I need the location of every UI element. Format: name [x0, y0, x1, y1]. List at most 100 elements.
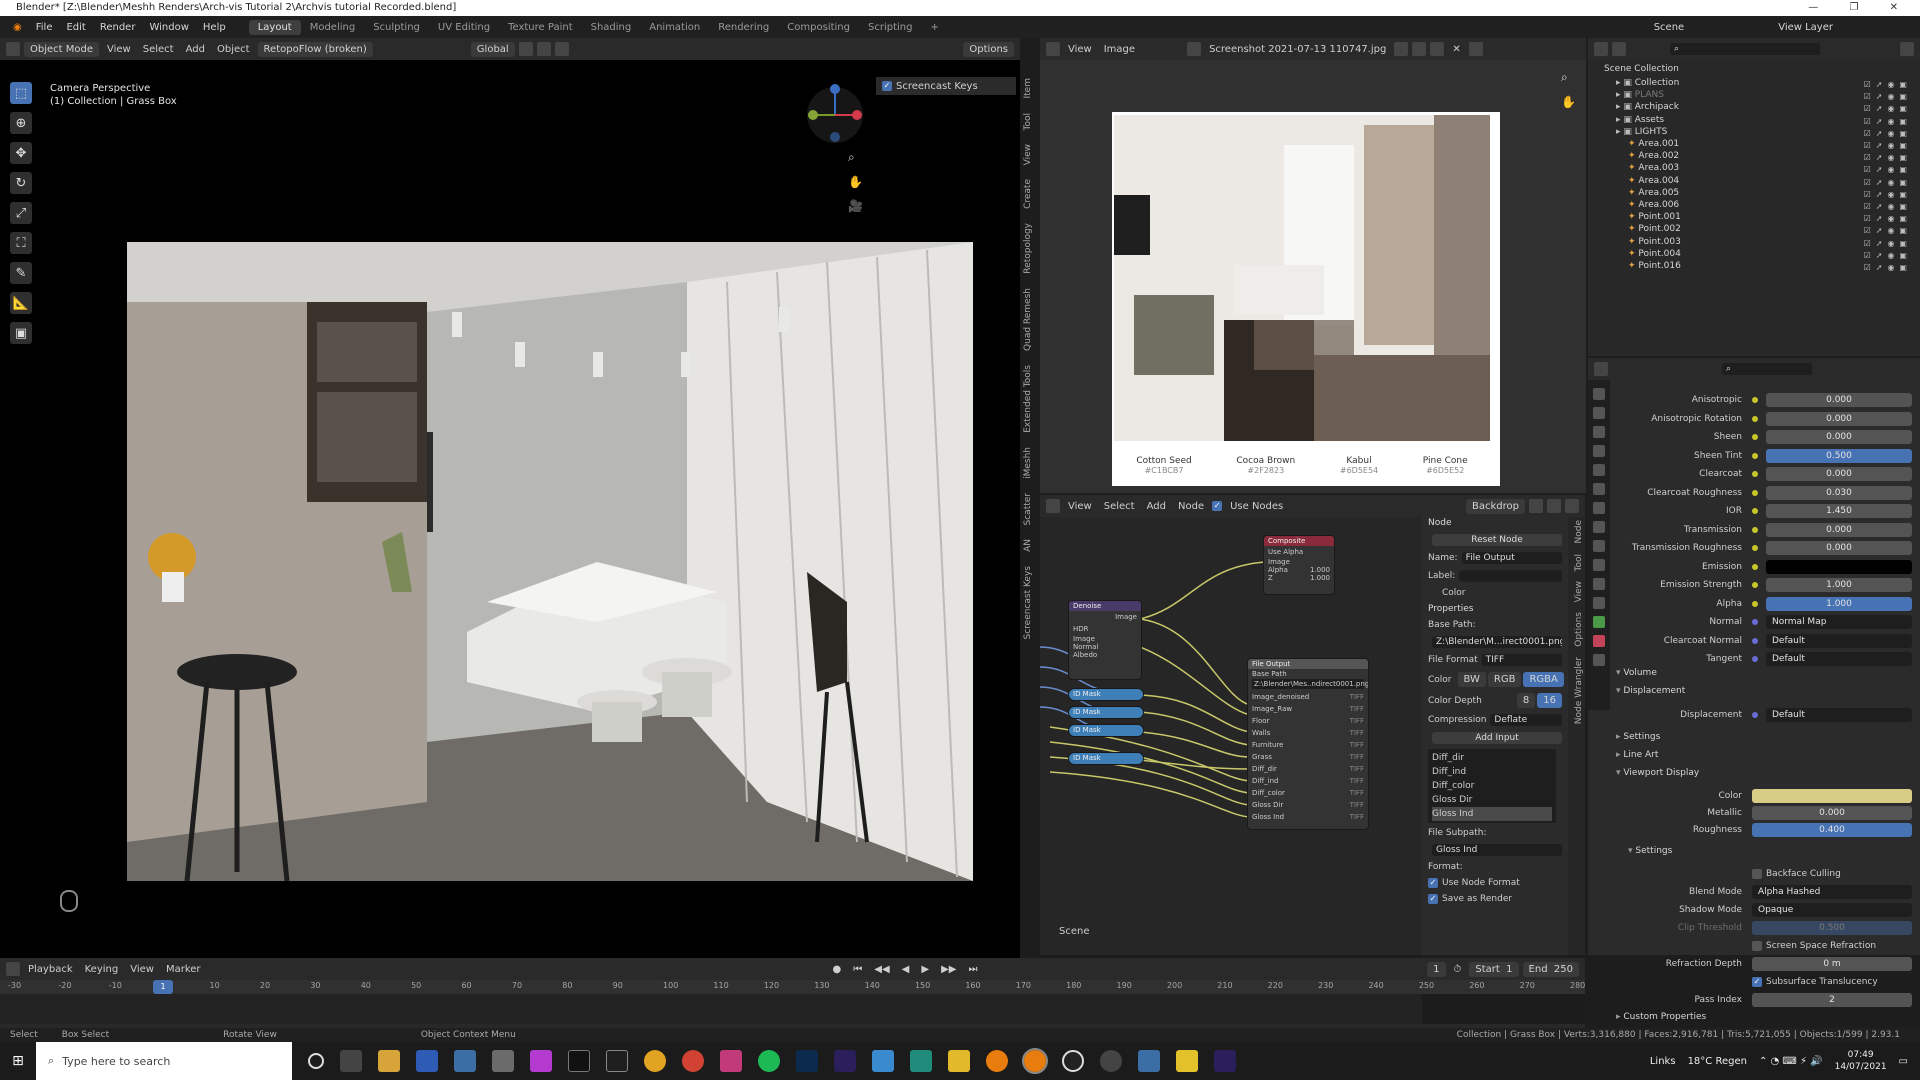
blender-icon[interactable]: [986, 1050, 1008, 1072]
editor-type-icon[interactable]: [6, 962, 20, 976]
timeline-menu-keying[interactable]: Keying: [81, 964, 123, 975]
sidebar-tab-item[interactable]: Item: [1023, 78, 1033, 99]
viewport-menu-view[interactable]: View: [103, 44, 135, 55]
file-output-socket[interactable]: Grass TIFF: [1252, 751, 1364, 763]
screencast-keys-panel[interactable]: ✓ Screencast Keys: [876, 77, 1016, 95]
volume-section[interactable]: Volume: [1616, 668, 1656, 678]
app-icon[interactable]: [1138, 1050, 1160, 1072]
viewport-display-field[interactable]: [1752, 789, 1912, 803]
file-subpath-field[interactable]: Gloss Ind: [1432, 844, 1562, 856]
reset-node-button[interactable]: Reset Node: [1432, 534, 1562, 546]
pivot-icon[interactable]: [518, 42, 533, 56]
transform-orientation-dropdown[interactable]: Global: [470, 41, 515, 57]
open-folder-icon[interactable]: [1430, 42, 1445, 56]
cortana-icon[interactable]: [308, 1053, 324, 1069]
new-image-icon[interactable]: [1412, 42, 1427, 56]
property-value-field[interactable]: Normal Map: [1766, 615, 1912, 629]
shadow-mode-dropdown[interactable]: Opaque: [1752, 903, 1912, 917]
jump-end-icon[interactable]: ⏭: [964, 964, 981, 975]
viewport-settings-subsection[interactable]: Settings: [1628, 846, 1672, 856]
node-menu-select[interactable]: Select: [1100, 501, 1139, 512]
input-list-item[interactable]: Gloss Dir: [1432, 793, 1552, 807]
sidebar-tab-retopology[interactable]: Retopology: [1023, 223, 1033, 274]
affinity-icon[interactable]: [530, 1050, 552, 1072]
filter-icon[interactable]: [1900, 42, 1914, 56]
socket-dot-icon[interactable]: [1752, 545, 1758, 551]
app-icon[interactable]: [492, 1050, 514, 1072]
transform-tool-icon[interactable]: ⛶: [10, 232, 32, 254]
channel-g-icon[interactable]: [1547, 499, 1561, 513]
outliner-item[interactable]: ✦ Point.016 ☑➚◉▣: [1588, 259, 1920, 273]
app-icon[interactable]: [606, 1050, 628, 1072]
add-input-button[interactable]: Add Input: [1432, 732, 1562, 744]
image-browse-icon[interactable]: [1187, 42, 1202, 56]
socket-dot-icon[interactable]: [1752, 452, 1758, 459]
editor-type-icon[interactable]: [1046, 42, 1060, 56]
zoom-icon[interactable]: ⌕: [848, 150, 863, 165]
property-value-field[interactable]: 0.000: [1766, 467, 1912, 481]
scene-collection-row[interactable]: Scene Collection: [1588, 62, 1920, 76]
pin-icon[interactable]: [1468, 42, 1483, 56]
navigation-gizmo[interactable]: [800, 80, 870, 150]
save-as-render-checkbox[interactable]: ✓: [1428, 894, 1438, 904]
file-output-socket[interactable]: Diff_dir TIFF: [1252, 763, 1364, 775]
render-tab-icon[interactable]: [1593, 407, 1605, 419]
property-value-field[interactable]: 0.000: [1766, 522, 1912, 537]
socket-dot-icon[interactable]: [1752, 619, 1758, 625]
app-icon[interactable]: [872, 1050, 894, 1072]
socket-dot-icon[interactable]: [1752, 637, 1758, 644]
menu-window[interactable]: Window: [142, 22, 195, 33]
use-node-format-checkbox[interactable]: ✓: [1428, 878, 1438, 888]
editor-type-icon[interactable]: [1594, 362, 1608, 376]
sticky-notes-icon[interactable]: [1176, 1050, 1198, 1072]
displacement-field[interactable]: Default: [1766, 708, 1912, 722]
file-output-socket[interactable]: Gloss Ind TIFF: [1252, 811, 1364, 823]
sidebar-tab-an[interactable]: AN: [1023, 539, 1033, 552]
outliner-search-field[interactable]: ⌕: [1670, 43, 1820, 55]
window-controls[interactable]: — ❐ ✕: [1808, 0, 1912, 16]
node-tab-options[interactable]: Options: [1574, 612, 1584, 647]
weather-widget[interactable]: 18°C Regen: [1688, 1056, 1747, 1067]
playhead[interactable]: 1: [153, 980, 173, 994]
physics-tab-icon[interactable]: [1593, 578, 1605, 590]
image-zoom-icon[interactable]: ⌕: [1561, 70, 1576, 85]
workspace-tab-layout[interactable]: Layout: [248, 19, 301, 35]
sidebar-tab-create[interactable]: Create: [1023, 179, 1033, 209]
texture-tab-icon[interactable]: [1593, 654, 1605, 666]
windows-start-icon[interactable]: ⊞: [0, 1042, 36, 1080]
property-value-field[interactable]: 0.030: [1766, 485, 1912, 500]
workspace-tab-texture-paint[interactable]: Texture Paint: [499, 20, 582, 35]
premiere-icon[interactable]: [1214, 1050, 1236, 1072]
editor-type-icon[interactable]: [6, 42, 20, 56]
blend-mode-dropdown[interactable]: Alpha Hashed: [1752, 885, 1912, 899]
id-mask-node[interactable]: ID Mask: [1068, 724, 1144, 737]
viewport-display-section[interactable]: Viewport Display: [1616, 768, 1699, 778]
app-icon[interactable]: [1100, 1050, 1122, 1072]
sidebar-tab-imeshh[interactable]: iMeshh: [1023, 447, 1033, 479]
photoshop-icon[interactable]: [796, 1050, 818, 1072]
select-box-tool-icon[interactable]: ⬚: [10, 82, 32, 104]
socket-dot-icon[interactable]: [1752, 471, 1758, 477]
viewport-display-field[interactable]: 0.400: [1752, 823, 1912, 837]
display-mode-icon[interactable]: [1612, 42, 1626, 56]
particles-tab-icon[interactable]: [1593, 559, 1605, 571]
properties-search-field[interactable]: ⌕: [1722, 363, 1812, 375]
snap-icon[interactable]: [536, 42, 551, 56]
viewport-menu-add[interactable]: Add: [182, 44, 209, 55]
backdrop-toggle[interactable]: Backdrop: [1466, 498, 1525, 514]
line-art-section[interactable]: Line Art: [1616, 750, 1658, 760]
property-value-field[interactable]: 0.000: [1766, 411, 1912, 426]
links-toolbar[interactable]: Links: [1650, 1056, 1676, 1067]
workspace-tab-uv-editing[interactable]: UV Editing: [429, 20, 499, 35]
sidebar-tab-quad-remesh[interactable]: Quad Remesh: [1023, 288, 1033, 351]
workspace-tab-animation[interactable]: Animation: [640, 20, 709, 35]
file-output-socket[interactable]: Floor TIFF: [1252, 715, 1364, 727]
camera-view-icon[interactable]: 🎥: [848, 199, 863, 213]
use-nodes-checkbox[interactable]: ✓: [1212, 501, 1223, 511]
id-mask-node[interactable]: ID Mask: [1068, 706, 1144, 719]
file-output-socket[interactable]: Walls TIFF: [1252, 727, 1364, 739]
fake-user-shield-icon[interactable]: [1394, 42, 1409, 56]
node-label-field[interactable]: [1459, 570, 1562, 582]
property-value-field[interactable]: 0.000: [1766, 430, 1912, 444]
viewport-options-button[interactable]: Options: [963, 41, 1014, 57]
